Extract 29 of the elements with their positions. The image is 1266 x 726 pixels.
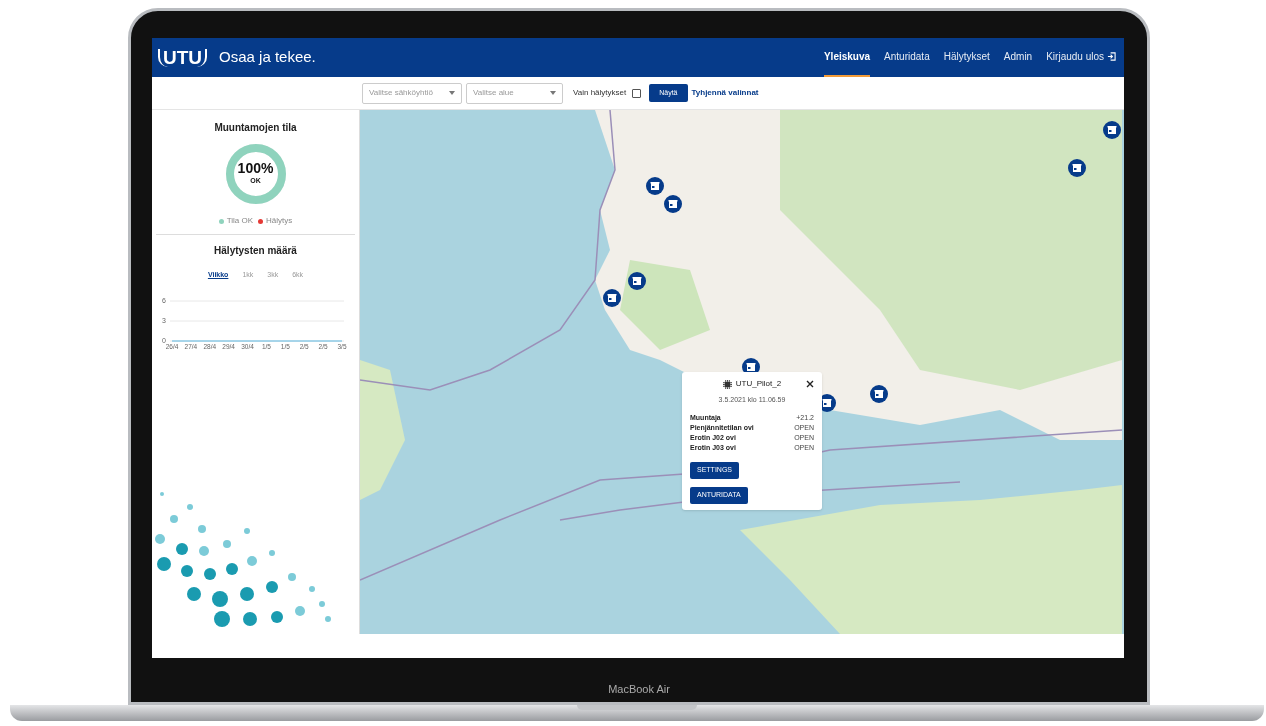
alarms-only-checkbox[interactable] (632, 88, 642, 98)
station-marker-icon[interactable] (646, 177, 664, 195)
panel-title: Muuntamojen tila (214, 121, 297, 135)
station-marker-icon[interactable] (628, 272, 646, 290)
panel-title: Hälytysten määrä (214, 244, 297, 258)
nav-link[interactable]: Yleiskuva (823, 38, 871, 77)
close-icon[interactable] (806, 380, 814, 388)
gauge-value: 100% (237, 161, 274, 177)
logo[interactable]: UTU (158, 48, 208, 67)
nav-link[interactable]: Hälytykset (943, 38, 990, 77)
checkbox-label: Vain hälytykset (573, 87, 627, 99)
chip-icon (722, 379, 732, 389)
slogan: Osaa ja tekee. (219, 47, 316, 68)
station-marker-icon[interactable] (603, 289, 621, 307)
caret-icon (449, 91, 455, 95)
station-marker-icon[interactable] (870, 385, 888, 403)
logout-icon (1107, 52, 1116, 61)
legend-label: Hälytys (266, 215, 293, 227)
caret-icon (550, 91, 556, 95)
nav-link[interactable]: Anturidata (884, 38, 930, 77)
nav-link[interactable]: Kirjaudu ulos (1046, 38, 1116, 77)
legend-label: Tila OK (226, 215, 254, 227)
nav-link[interactable]: Admin (1003, 38, 1033, 77)
station-marker-icon[interactable] (664, 195, 682, 213)
clear-selections-link[interactable]: Tyhjennä valinnat (691, 87, 759, 99)
device-label: MacBook Air (608, 681, 670, 697)
station-marker-icon[interactable] (1068, 159, 1086, 177)
popup-title: UTU_Pilot_2 (735, 378, 782, 390)
station-marker-icon[interactable] (1103, 121, 1121, 139)
